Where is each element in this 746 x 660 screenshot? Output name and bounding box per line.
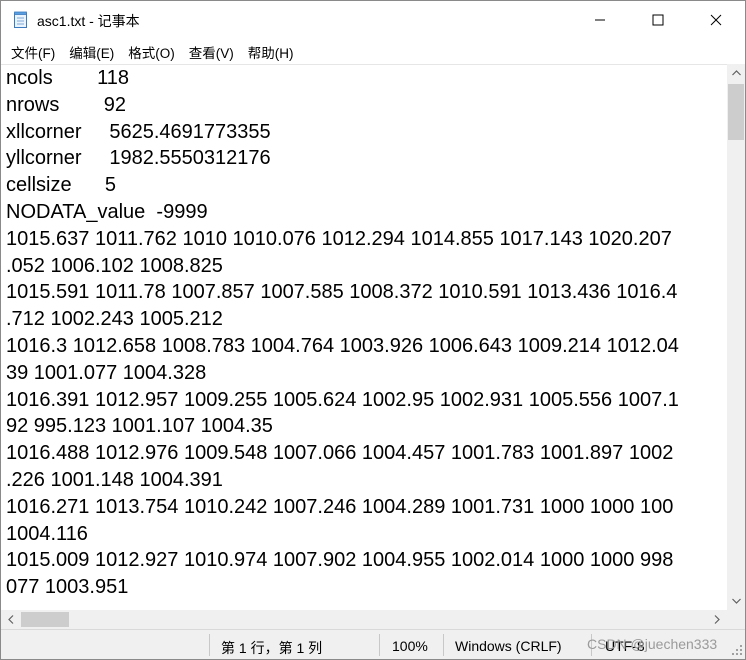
scroll-up-button[interactable] [727,64,745,82]
minimize-icon [595,19,605,21]
resize-grip-icon[interactable] [731,644,743,656]
line-ending: Windows (CRLF) [455,638,562,654]
chevron-up-icon [731,70,741,76]
scroll-left-button[interactable] [1,610,20,629]
horizontal-scroll-thumb[interactable] [21,612,69,627]
text-line: 077 1003.951 [6,576,129,599]
text-line: .226 1001.148 1004.391 [6,468,223,491]
text-line: 1015.591 1011.78 1007.857 1007.585 1008.… [6,281,678,304]
maximize-icon [652,14,664,26]
text-line: yllcorner 1982.5550312176 [6,147,271,170]
close-icon [710,14,722,26]
chevron-right-icon [714,615,720,624]
text-line: 1015.009 1012.927 1010.974 1007.902 1004… [6,549,674,572]
text-line: 1016.488 1012.976 1009.548 1007.066 1004… [6,442,674,465]
notepad-icon [14,11,27,28]
window-title: asc1.txt - 记事本 [37,13,140,29]
chevron-left-icon [7,615,13,624]
notepad-window: asc1.txt - 记事本 文件(F) 编辑(E) 格式(O) 查看(V) 帮… [0,0,746,660]
close-button[interactable] [687,1,745,39]
zoom-level: 100% [392,638,428,654]
scroll-down-button[interactable] [727,592,745,610]
text-line: xllcorner 5625.4691773355 [6,120,271,143]
text-line: 92 995.123 1001.107 1004.35 [6,415,273,438]
text-line: NODATA_value -9999 [6,200,208,223]
menu-file[interactable]: 文件(F) [4,40,62,64]
title-bar[interactable]: asc1.txt - 记事本 [1,1,745,39]
maximize-button[interactable] [629,1,687,39]
horizontal-scrollbar[interactable] [1,610,727,629]
text-line: 1016.391 1012.957 1009.255 1005.624 1002… [6,388,679,411]
menu-help[interactable]: 帮助(H) [241,40,301,64]
menu-view[interactable]: 查看(V) [182,40,241,64]
chevron-down-icon [731,598,741,604]
vertical-scroll-thumb[interactable] [728,84,744,140]
minimize-button[interactable] [571,1,629,39]
status-separator [443,634,444,656]
menu-format[interactable]: 格式(O) [121,40,182,64]
vertical-scrollbar[interactable] [727,64,745,610]
menu-bar: 文件(F) 编辑(E) 格式(O) 查看(V) 帮助(H) [1,39,745,65]
text-line: 1016.3 1012.658 1008.783 1004.764 1003.9… [6,334,679,357]
text-line: 39 1001.077 1004.328 [6,361,207,384]
watermark-text: CSDN @juechen333 [587,636,718,652]
scroll-right-button[interactable] [707,610,726,629]
cursor-position: 第 1 行，第 1 列 [221,640,323,656]
editor-content: ncols 118 nrows 92 xllcorner 5625.46917733… [6,65,679,601]
text-line: 1015.637 1011.762 1010 1010.076 1012.294… [6,227,672,250]
scrollbar-corner [727,610,745,629]
text-line: cellsize 5 [6,174,117,197]
text-line: .052 1006.102 1008.825 [6,254,223,277]
text-editor[interactable]: ncols 118 nrows 92 xllcorner 5625.46917733… [1,64,727,610]
status-separator [209,634,210,656]
text-line: nrows 92 [6,93,127,116]
status-separator [379,634,380,656]
status-bar: 第 1 行，第 1 列 100% Windows (CRLF) UTF-8 CS… [1,629,745,659]
text-line: .712 1002.243 1005.212 [6,308,223,331]
menu-edit[interactable]: 编辑(E) [62,40,121,64]
text-line: 1016.271 1013.754 1010.242 1007.246 1004… [6,495,674,518]
text-line: 1004.116 [6,522,88,545]
text-line: ncols 118 [6,67,130,89]
